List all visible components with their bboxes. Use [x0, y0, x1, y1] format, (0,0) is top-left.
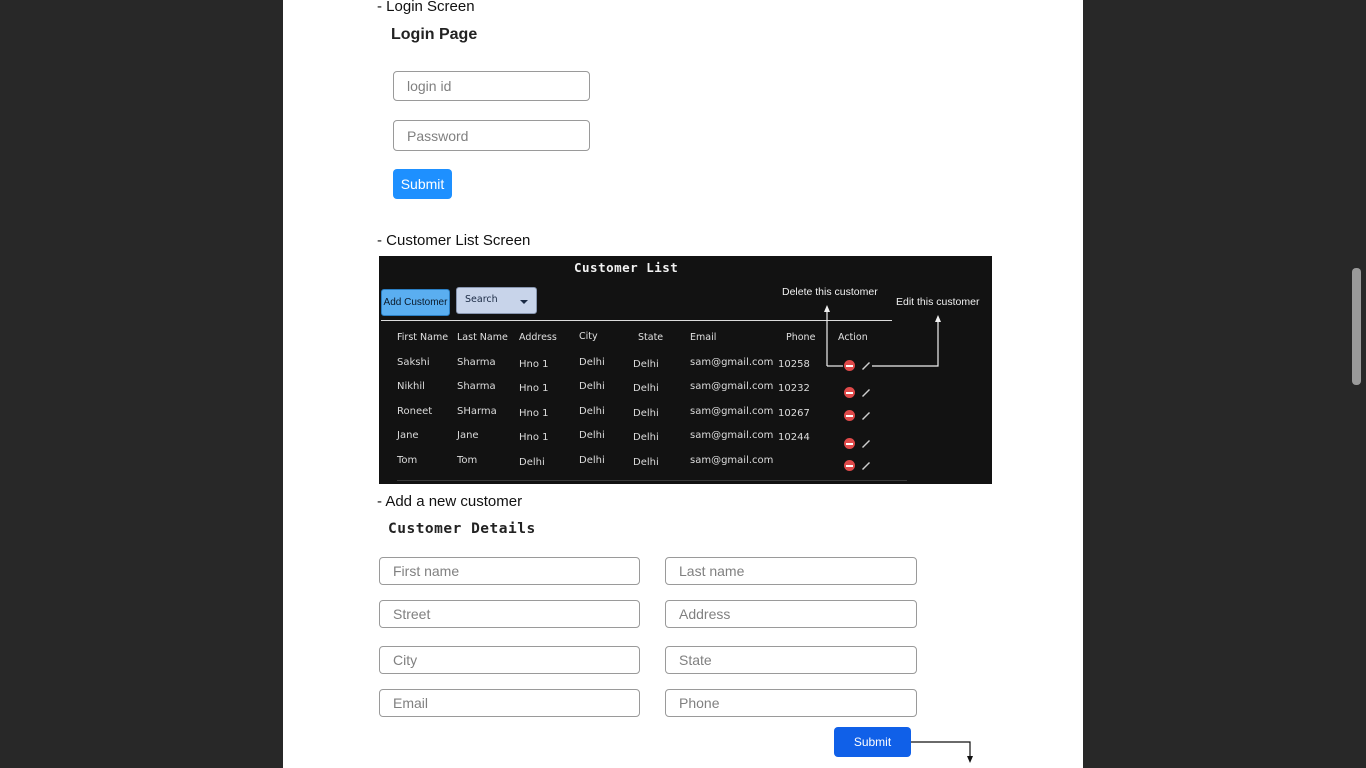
customer-details-heading: Customer Details: [388, 521, 536, 537]
document-page: - Login Screen Login Page Submit - Custo…: [283, 0, 1083, 768]
login-heading: Login Page: [391, 26, 478, 43]
login-submit-button[interactable]: Submit: [393, 169, 452, 199]
scrollbar[interactable]: [1352, 268, 1361, 385]
document-viewer: - Login Screen Login Page Submit - Custo…: [0, 0, 1366, 768]
annotation-arrows: [824, 305, 941, 367]
state-input[interactable]: [665, 646, 917, 674]
login-id-input[interactable]: [393, 71, 590, 101]
section-title-add-customer: - Add a new customer: [377, 493, 523, 510]
section-title-customer-list: - Customer List Screen: [377, 232, 531, 249]
submit-flow-arrow: [911, 741, 973, 763]
customer-submit-button[interactable]: Submit: [834, 727, 911, 757]
street-input[interactable]: [379, 600, 640, 628]
password-input[interactable]: [393, 120, 590, 151]
email-input[interactable]: [379, 689, 640, 717]
customer-list-mockup: Customer List Add Customer Search Delete…: [379, 256, 992, 484]
last-name-input[interactable]: [665, 557, 917, 585]
phone-input[interactable]: [665, 689, 917, 717]
city-input[interactable]: [379, 646, 640, 674]
address-input[interactable]: [665, 600, 917, 628]
section-title-login: - Login Screen: [377, 0, 475, 15]
first-name-input[interactable]: [379, 557, 640, 585]
